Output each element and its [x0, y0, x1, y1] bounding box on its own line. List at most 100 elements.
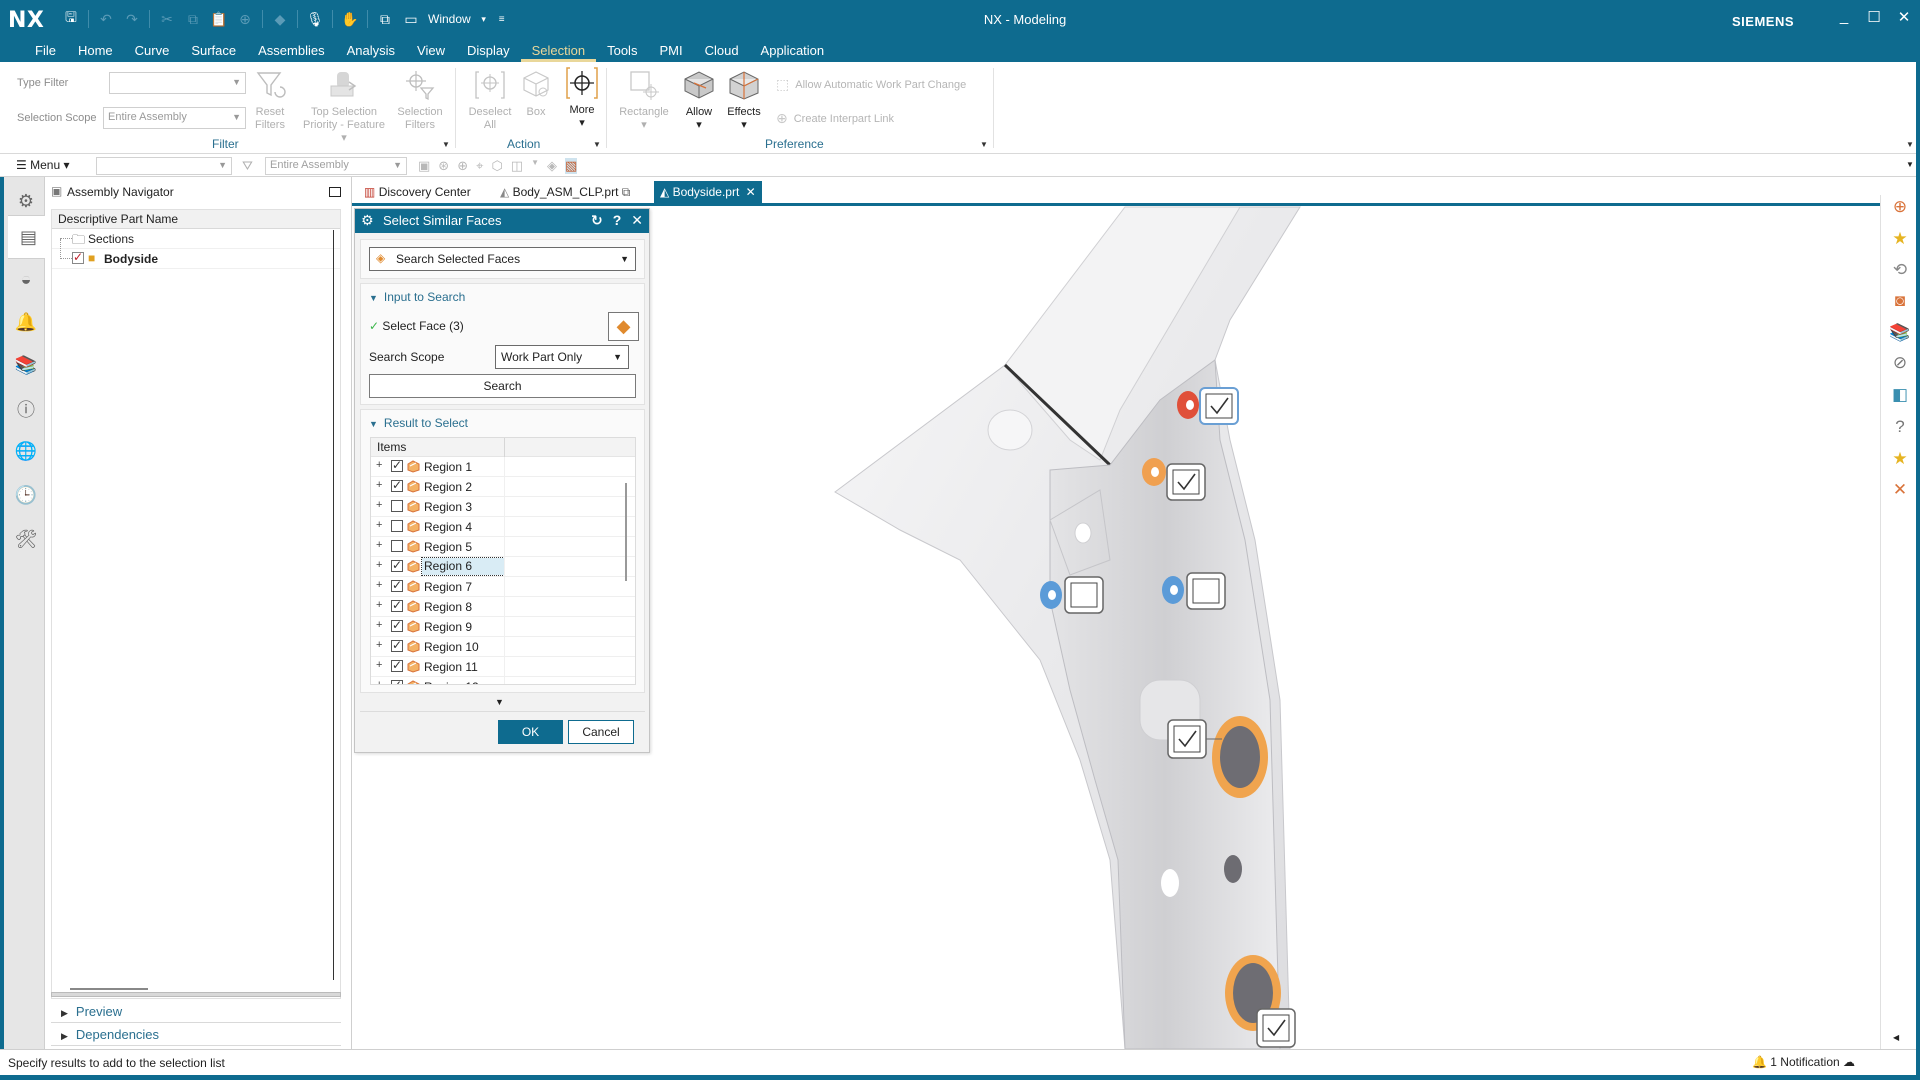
- external-link-icon[interactable]: ⧉: [622, 185, 631, 199]
- tab-pmi[interactable]: PMI: [648, 42, 693, 62]
- tab-view[interactable]: View: [406, 42, 456, 62]
- surface-icon[interactable]: ◧: [1888, 383, 1912, 407]
- minimize-icon[interactable]: _: [1836, 8, 1852, 26]
- region-row[interactable]: + Region 9: [371, 617, 635, 637]
- undo-view-icon[interactable]: ⟲: [1888, 258, 1912, 282]
- expand-icon[interactable]: +: [376, 499, 382, 511]
- region-checkbox[interactable]: [391, 478, 403, 492]
- tools-icon[interactable]: 🛠: [10, 523, 42, 555]
- reset-icon[interactable]: ↻: [591, 212, 603, 229]
- window-menu[interactable]: Window: [428, 12, 471, 26]
- more-options-chevron-icon[interactable]: ▼: [495, 697, 504, 707]
- region-checkbox[interactable]: [391, 520, 403, 532]
- delete-body-icon[interactable]: ✕: [1888, 478, 1912, 502]
- expand-icon[interactable]: +: [376, 539, 382, 551]
- notifications-bell-icon[interactable]: 🔔: [10, 306, 42, 338]
- region-row[interactable]: + Region 3: [371, 497, 635, 517]
- create-interpart-link-button[interactable]: ⊕ Create Interpart Link: [776, 110, 894, 127]
- ok-button[interactable]: OK: [498, 720, 563, 744]
- region-checkbox[interactable]: [391, 638, 403, 652]
- history-clock-icon[interactable]: 🕒: [10, 479, 42, 511]
- region-checkbox[interactable]: [391, 598, 403, 612]
- expand-icon[interactable]: +: [376, 559, 382, 571]
- effects-button[interactable]: Effects ▾: [722, 68, 766, 132]
- help-circle-icon[interactable]: ?: [1888, 415, 1912, 439]
- switch-window-icon[interactable]: ⧉: [376, 10, 394, 28]
- deselect-all-button[interactable]: Deselect All: [462, 68, 518, 132]
- region-row[interactable]: + Region 8: [371, 597, 635, 617]
- chevron-down-icon[interactable]: ▼: [531, 158, 539, 174]
- scope-combo[interactable]: Entire Assembly ▼: [265, 157, 407, 175]
- selection-filters-button[interactable]: Selection Filters: [396, 68, 444, 132]
- redo-icon[interactable]: ↷: [123, 10, 141, 28]
- part-navigator-icon[interactable]: ◒: [10, 263, 42, 295]
- region-row[interactable]: + Region 4: [371, 517, 635, 537]
- expand-icon[interactable]: +: [376, 679, 382, 684]
- region-checkbox[interactable]: [391, 458, 403, 472]
- allow-button[interactable]: Allow ▾: [678, 68, 720, 132]
- tab-analysis[interactable]: Analysis: [336, 42, 406, 62]
- region-checkbox-callout[interactable]: [1199, 387, 1239, 425]
- top-selection-priority-button[interactable]: Top Selection Priority - Feature ▾: [300, 68, 388, 145]
- filter-group-expand-icon[interactable]: ▼: [442, 140, 450, 149]
- cancel-button[interactable]: Cancel: [568, 720, 634, 744]
- crosshair-filter-icon[interactable]: ⊕: [457, 158, 468, 174]
- tab-discovery-center[interactable]: ▥ Discovery Center: [358, 181, 477, 203]
- allow-automatic-work-part-change-button[interactable]: ⬚ Allow Automatic Work Part Change: [776, 76, 966, 93]
- save-icon[interactable]: 🖫: [62, 9, 80, 28]
- collapse-toolbar-icon[interactable]: ◀: [1893, 1033, 1899, 1042]
- region-checkbox[interactable]: [391, 658, 403, 672]
- deselect-icon[interactable]: ⌖: [476, 158, 483, 174]
- search-type-select[interactable]: ◈ Search Selected Faces ▼: [369, 247, 636, 271]
- info-icon[interactable]: ⓘ: [10, 393, 42, 425]
- tab-file[interactable]: File: [24, 42, 67, 62]
- expand-icon[interactable]: +: [376, 599, 382, 611]
- web-browser-icon[interactable]: 🌐: [10, 435, 42, 467]
- effects-icon[interactable]: ▧: [565, 158, 578, 174]
- quick-pick-star-icon[interactable]: ★: [1888, 227, 1912, 251]
- items-column-header[interactable]: Items: [371, 438, 635, 457]
- expand-icon[interactable]: +: [376, 659, 382, 671]
- allow-icon[interactable]: ◈: [547, 158, 557, 174]
- region-row[interactable]: + Region 10: [371, 637, 635, 657]
- select-part-icon[interactable]: ⊕: [1888, 195, 1912, 219]
- input-to-search-header[interactable]: ▼ Input to Search: [369, 290, 465, 304]
- selection-scope-select[interactable]: Entire Assembly ▼: [103, 107, 246, 129]
- tab-application[interactable]: Application: [750, 42, 836, 62]
- list-scrollbar[interactable]: [625, 483, 627, 581]
- more-button[interactable]: More ▾: [560, 66, 604, 130]
- close-tab-icon[interactable]: ✕: [746, 185, 756, 199]
- tab-curve[interactable]: Curve: [124, 42, 181, 62]
- maximize-icon[interactable]: ☐: [1866, 8, 1882, 26]
- region-checkbox[interactable]: [391, 540, 403, 552]
- reset-filter-icon[interactable]: ⛛: [242, 158, 253, 174]
- region-row[interactable]: + Region 7: [371, 577, 635, 597]
- region-checkbox-callout[interactable]: [1166, 463, 1206, 501]
- menu-button[interactable]: ☰ Menu ▾: [16, 158, 70, 172]
- dependencies-section[interactable]: ▶ Dependencies: [51, 1024, 341, 1046]
- box-select-button[interactable]: Box: [518, 68, 554, 119]
- rectangle-button[interactable]: Rectangle ▾: [614, 68, 674, 132]
- bodyside-checkbox[interactable]: [72, 250, 84, 264]
- region-row[interactable]: + Region 12: [371, 677, 635, 684]
- tree-row[interactable]: ■ Bodyside: [52, 239, 340, 269]
- customize-qat-icon[interactable]: ≡: [497, 10, 507, 28]
- tree-row[interactable]: 🗀 Sections: [52, 229, 340, 249]
- column-header[interactable]: Descriptive Part Name: [52, 210, 340, 229]
- tab-tools[interactable]: Tools: [596, 42, 648, 62]
- region-checkbox-callout[interactable]: [1064, 576, 1104, 614]
- hide-eye-icon[interactable]: ⊘: [1888, 351, 1912, 375]
- chevron-down-icon[interactable]: ▾: [479, 10, 489, 28]
- tab-home[interactable]: Home: [67, 42, 124, 62]
- help-icon[interactable]: ?: [613, 212, 622, 229]
- region-checkbox[interactable]: [391, 618, 403, 632]
- select-face-row[interactable]: ✓ Select Face (3): [369, 319, 464, 333]
- library-icon[interactable]: 📚: [1888, 321, 1912, 345]
- tab-bodyside[interactable]: ◭ Bodyside.prt ✕: [654, 181, 762, 203]
- paste-icon[interactable]: 📋: [210, 10, 228, 28]
- region-checkbox-callout[interactable]: [1186, 572, 1226, 610]
- tab-surface[interactable]: Surface: [180, 42, 247, 62]
- tab-selection[interactable]: Selection: [520, 42, 597, 62]
- dialog-title-bar[interactable]: ⚙ Select Similar Faces ↻ ? ✕: [355, 209, 649, 233]
- region-row[interactable]: + Region 1: [371, 457, 635, 477]
